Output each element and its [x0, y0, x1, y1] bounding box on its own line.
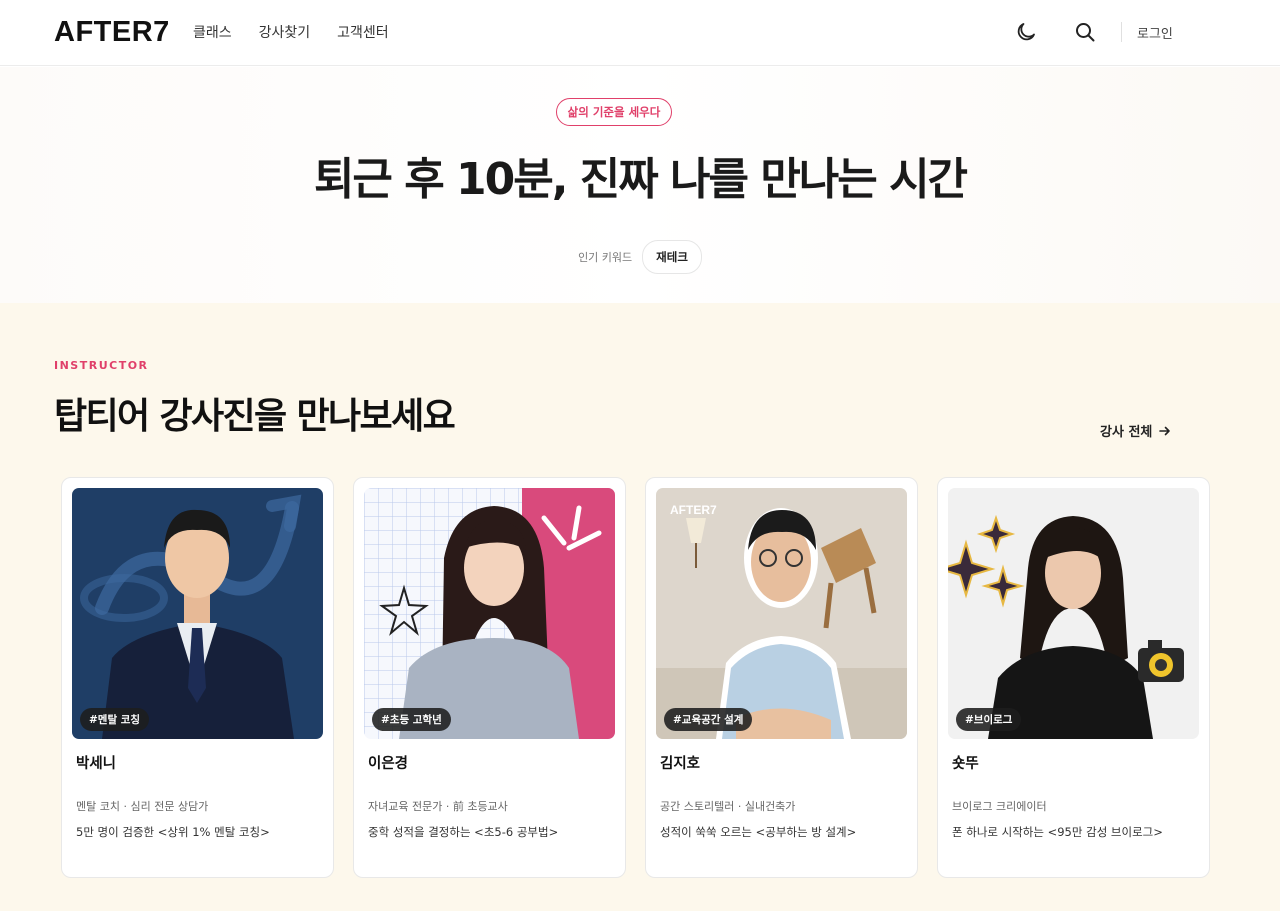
keyword-chip[interactable]: 재테크: [642, 240, 702, 274]
instructor-tag: #교육공간 설계: [664, 708, 753, 731]
instructor-name: 박세니: [76, 756, 117, 772]
search-icon[interactable]: [1073, 20, 1097, 44]
site-header: AFTER7 클래스 강사찾기 고객센터 로그인: [0, 0, 1280, 66]
instructor-section: INSTRUCTOR 탑티어 강사진을 만나보세요 강사 전체 #멘탈 코칭 박…: [0, 303, 1280, 911]
hero-section: 삶의 기준을 세우다 퇴근 후 10분, 진짜 나를 만나는 시간 인기 키워드…: [0, 67, 1280, 303]
nav-classes[interactable]: 클래스: [193, 22, 232, 42]
instructor-photo: #멘탈 코칭: [72, 488, 323, 739]
arrow-right-icon: [1159, 426, 1171, 435]
instructor-photo: #브이로그: [948, 488, 1199, 739]
popular-keywords: 인기 키워드 재테크: [0, 240, 1280, 274]
logo[interactable]: AFTER7: [54, 16, 170, 49]
instructor-photo: #초등 고학년: [364, 488, 615, 739]
instructor-card[interactable]: AFTER7 #교육공간 설계 김지호 공간 스토리텔러 · 실내건축가 성적이…: [645, 477, 918, 878]
hero-title: 퇴근 후 10분, 진짜 나를 만나는 시간: [313, 154, 968, 205]
instructor-course: 중학 성적을 결정하는 <초5-6 공부법>: [368, 825, 559, 839]
section-title: 탑티어 강사진을 만나보세요: [54, 396, 456, 437]
keyword-label: 인기 키워드: [578, 251, 633, 264]
instructor-name: 이은경: [368, 756, 409, 772]
instructor-name: 숏뚜: [952, 756, 979, 772]
instructor-course: 성적이 쑥쑥 오르는 <공부하는 방 설계>: [660, 825, 857, 839]
view-all-instructors-link[interactable]: 강사 전체: [1100, 421, 1171, 440]
instructor-card[interactable]: #브이로그 숏뚜 브이로그 크리에이터 폰 하나로 시작하는 <95만 감성 브…: [937, 477, 1210, 878]
instructor-tag: #초등 고학년: [372, 708, 451, 731]
instructor-photo: AFTER7 #교육공간 설계: [656, 488, 907, 739]
nav-find-instructor[interactable]: 강사찾기: [259, 22, 311, 42]
instructor-course: 폰 하나로 시작하는 <95만 감성 브이로그>: [952, 825, 1163, 839]
header-divider: [1121, 22, 1122, 42]
moon-icon[interactable]: [1014, 20, 1038, 44]
instructor-card[interactable]: #멘탈 코칭 박세니 멘탈 코치 · 심리 전문 상담가 5만 명이 검증한 <…: [61, 477, 334, 878]
instructor-role: 브이로그 크리에이터: [952, 800, 1047, 813]
instructor-tag: #멘탈 코칭: [80, 708, 150, 731]
login-link[interactable]: 로그인: [1137, 23, 1173, 42]
instructor-tag: #브이로그: [956, 708, 1022, 731]
instructor-role: 공간 스토리텔러 · 실내건축가: [660, 800, 796, 813]
hero-badge: 삶의 기준을 세우다: [556, 98, 672, 126]
instructor-card[interactable]: #초등 고학년 이은경 자녀교육 전문가 · 前 초등교사 중학 성적을 결정하…: [353, 477, 626, 878]
nav-support[interactable]: 고객센터: [337, 22, 389, 42]
view-all-label: 강사 전체: [1100, 425, 1153, 440]
section-eyebrow: INSTRUCTOR: [54, 359, 149, 372]
instructor-course: 5만 명이 검증한 <상위 1% 멘탈 코칭>: [76, 825, 270, 839]
instructor-role: 멘탈 코치 · 심리 전문 상담가: [76, 800, 209, 813]
photo-logo-mark: AFTER7: [670, 503, 717, 517]
instructor-name: 김지호: [660, 756, 701, 772]
instructor-role: 자녀교육 전문가 · 前 초등교사: [368, 800, 508, 813]
main-nav: 클래스 강사찾기 고객센터: [193, 22, 389, 42]
